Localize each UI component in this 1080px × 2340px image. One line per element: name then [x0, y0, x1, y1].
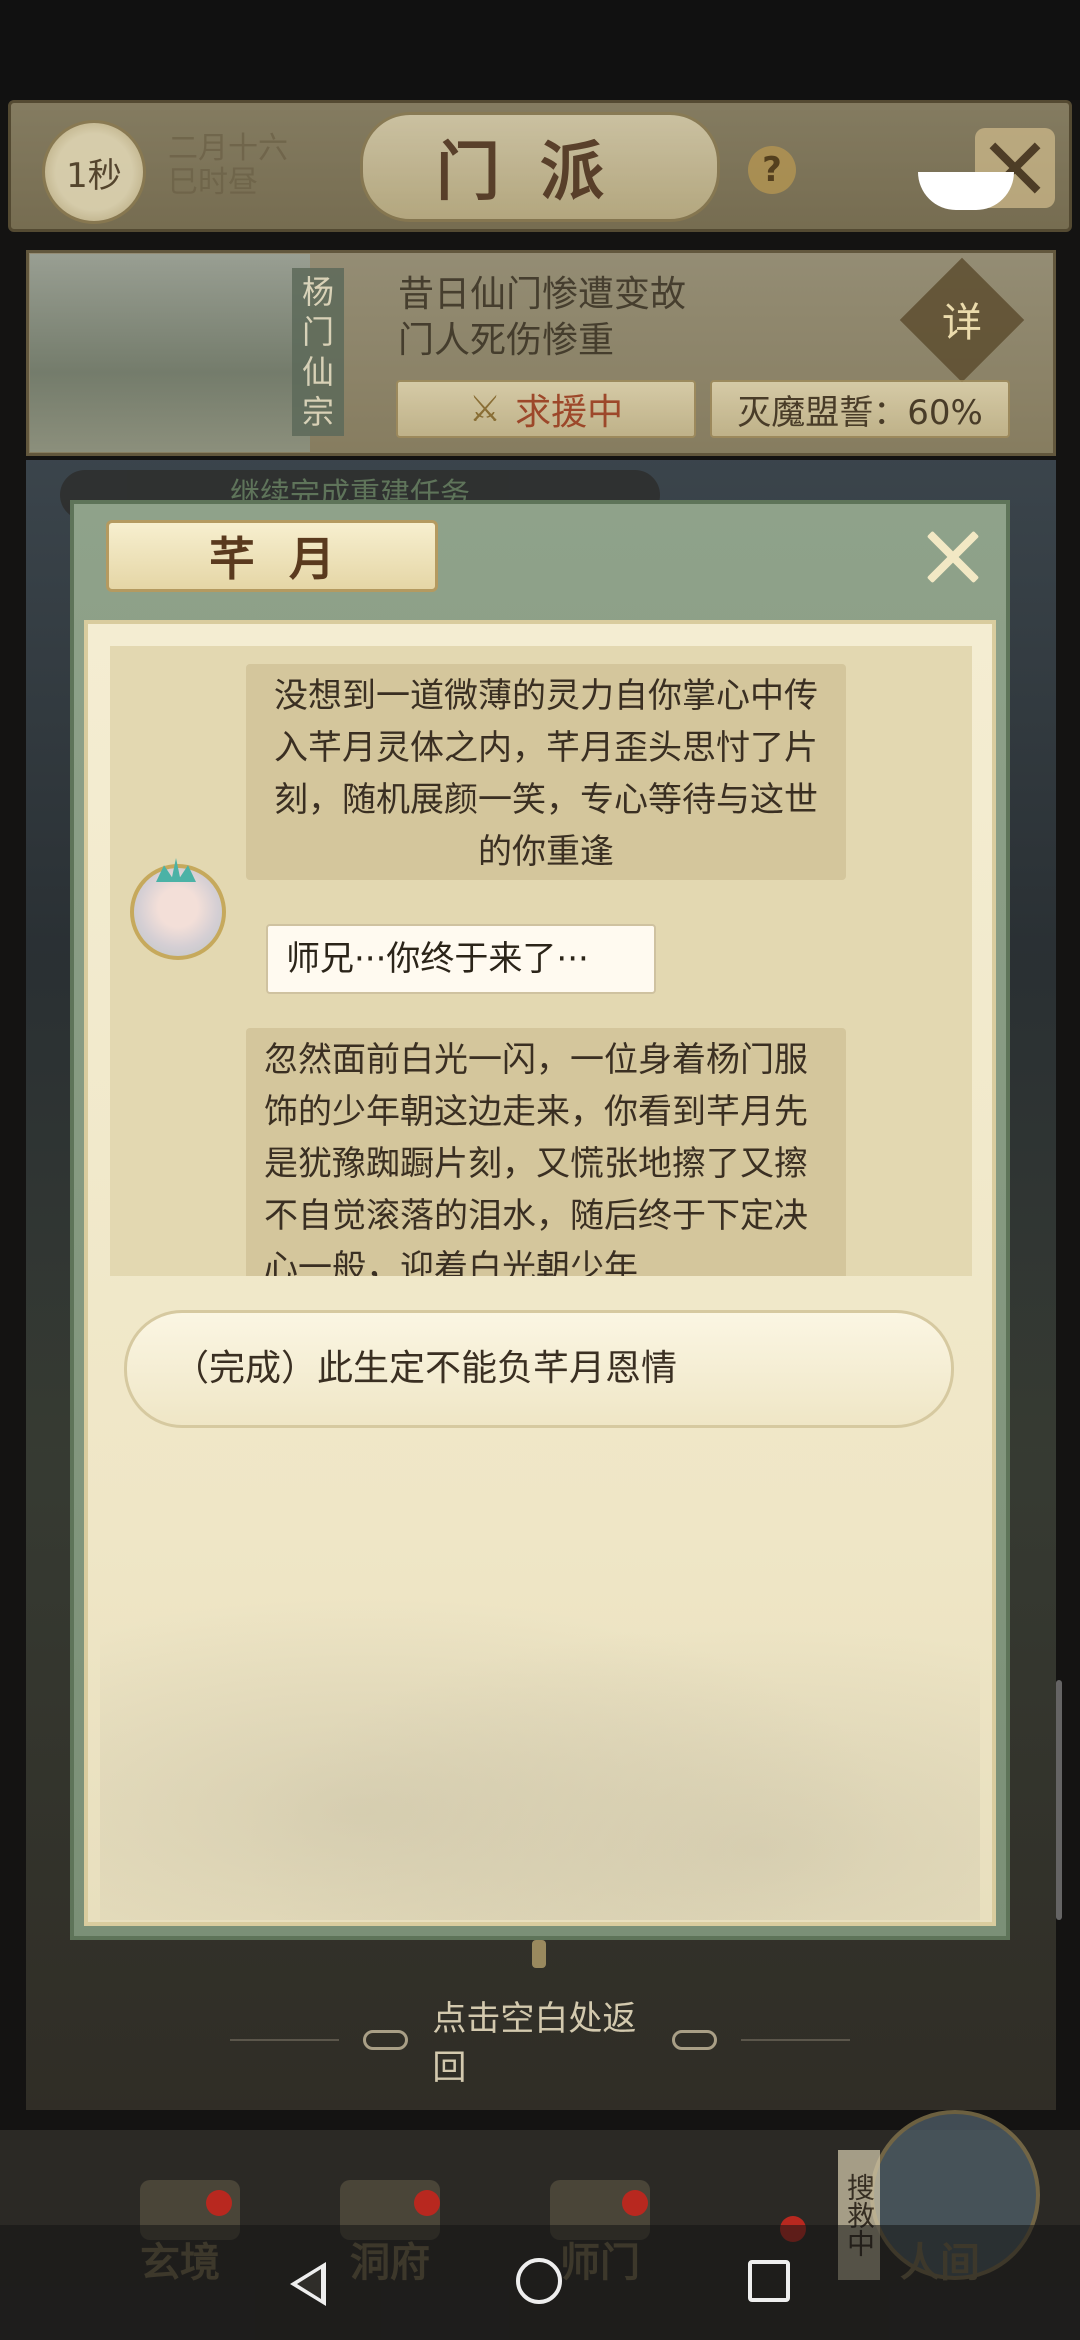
help-icon[interactable]: ? — [748, 146, 796, 194]
notification-dot — [206, 2190, 232, 2216]
narration-text: 忽然面前白光一闪，一位身着杨门服饰的少年朝这边走来，你看到芊月先是犹豫踟蹰片刻，… — [246, 1028, 846, 1276]
date-line-1: 二月十六 — [168, 131, 288, 166]
page-title: 门派 — [360, 112, 720, 222]
crossed-swords-icon: ⚔ — [468, 388, 502, 430]
character-name-plate: 芊月 — [106, 520, 438, 592]
recents-icon[interactable] — [748, 2260, 790, 2302]
pledge-progress: 灭魔盟誓：60% — [710, 380, 1010, 438]
notification-dot — [414, 2190, 440, 2216]
dialogue-log[interactable]: 没想到一道微薄的灵力自你掌心中传入芊月灵体之内，芊月歪头思忖了片刻，随机展颜一笑… — [110, 646, 972, 1276]
sect-image — [30, 254, 310, 452]
sect-desc-line-1: 昔日仙门惨遭变故 — [398, 274, 687, 315]
rescue-label: 求援中 — [515, 392, 624, 433]
speech-bubble: 师兄···你终于来了··· — [266, 924, 656, 994]
divider — [230, 2039, 339, 2041]
tap-hint-label: 点击空白处返回 — [432, 1999, 637, 2088]
scroll-ornament-icon — [532, 1940, 546, 1968]
close-icon[interactable] — [918, 522, 988, 592]
back-icon[interactable] — [290, 2262, 326, 2306]
scrollbar[interactable] — [1056, 1680, 1062, 1920]
sect-description: 昔日仙门惨遭变故 门人死伤惨重 — [398, 272, 758, 364]
detail-label[interactable]: 详 — [918, 290, 1006, 348]
sect-name: 杨门仙宗 — [292, 268, 344, 436]
game-date: 二月十六 巳时昼 — [168, 132, 308, 200]
divider — [741, 2039, 850, 2041]
swirl-icon — [362, 2030, 409, 2050]
sect-desc-line-2: 门人死伤惨重 — [398, 320, 615, 361]
rescue-button[interactable]: ⚔ 求援中 — [396, 380, 696, 438]
tap-to-return-hint[interactable]: 点击空白处返回 — [230, 1999, 850, 2088]
swirl-icon — [671, 2030, 718, 2050]
narration-text: 没想到一道微薄的灵力自你掌心中传入芊月灵体之内，芊月歪头思忖了片刻，随机展颜一笑… — [246, 664, 846, 880]
mist-decoration — [100, 1560, 980, 1920]
home-icon[interactable] — [516, 2258, 562, 2304]
time-badge: 1秒 — [42, 120, 146, 224]
date-line-2: 巳时昼 — [168, 165, 258, 200]
choice-button[interactable]: （完成）此生定不能负芊月恩情 — [124, 1310, 954, 1428]
notification-dot — [622, 2190, 648, 2216]
status-area — [0, 0, 1080, 100]
crown-icon — [156, 858, 196, 882]
